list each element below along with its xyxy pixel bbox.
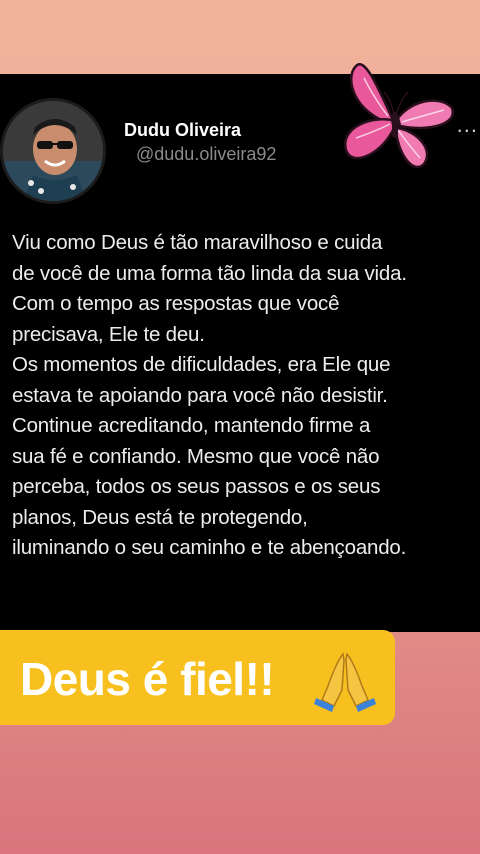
- caption-banner: Deus é fiel!!: [0, 630, 395, 725]
- post-line: Com o tempo as respostas que você: [12, 292, 340, 315]
- avatar[interactable]: [0, 98, 106, 204]
- post-line: planos, Deus está te protegendo,: [12, 505, 308, 529]
- author-name[interactable]: Dudu Oliveira: [124, 120, 241, 141]
- butterfly-icon: [344, 63, 455, 169]
- post-line: Os momentos de dificuldades, era Ele que: [12, 353, 391, 376]
- post-line: sua fé e confiando. Mesmo que você não: [12, 444, 380, 468]
- praying-hands-icon: [314, 652, 376, 712]
- post-line: iluminando o seu caminho e te abençoando…: [12, 536, 407, 559]
- profile-photo: [3, 101, 103, 201]
- banner-text: Deus é fiel!!: [20, 653, 275, 705]
- post-body: Viu como Deus é tão maravilhoso e cuida …: [12, 228, 478, 564]
- post-line: precisava, Ele te deu.: [12, 322, 205, 346]
- post-line: de você de uma forma tão linda da sua vi…: [12, 261, 407, 285]
- post-line: Viu como Deus é tão maravilhoso e cuida: [12, 231, 383, 254]
- post-line: perceba, todos os seus passos e os seus: [12, 475, 381, 498]
- post-line: estava te apoiando para você não desisti…: [12, 383, 388, 407]
- author-handle[interactable]: @dudu.oliveira92: [136, 144, 276, 165]
- post-line: Continue acreditando, mantendo firme a: [12, 414, 371, 437]
